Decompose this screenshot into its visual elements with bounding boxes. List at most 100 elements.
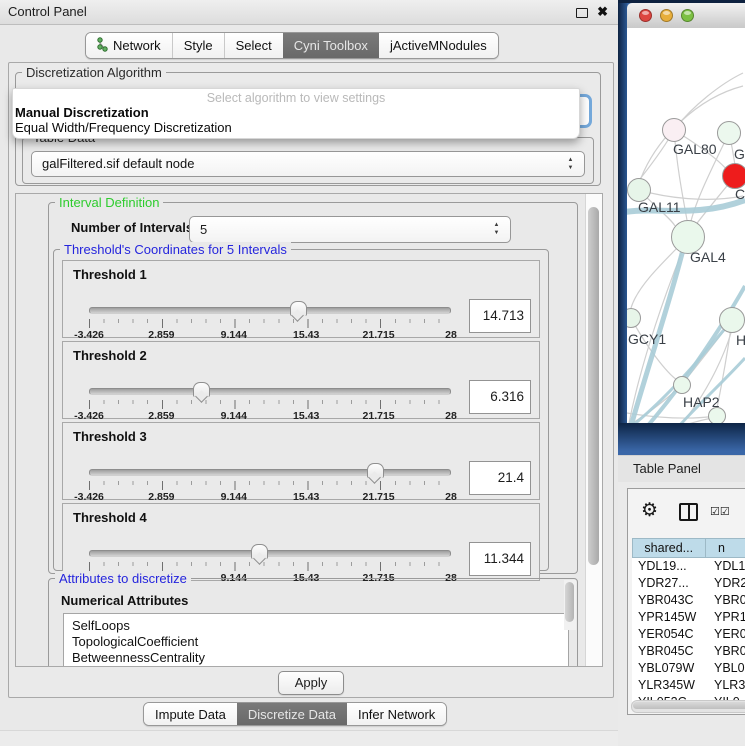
- threshold-3-slider[interactable]: -3.4262.8599.14415.4321.71528: [89, 467, 451, 499]
- tab-infer-network[interactable]: Infer Network: [347, 703, 446, 725]
- table-cell: YLR345W: [632, 677, 707, 694]
- split-panel-icon[interactable]: [679, 503, 698, 521]
- table-data-combobox[interactable]: galFiltered.sif default node ▲▼: [31, 151, 585, 177]
- network-node-label: HAP2: [683, 394, 720, 410]
- slider-tick-labels: -3.4262.8599.14415.4321.71528: [89, 329, 451, 341]
- slider-ticks: [89, 562, 453, 571]
- table-cell: YBR045C: [632, 643, 707, 660]
- tab-select[interactable]: Select: [224, 33, 283, 58]
- network-canvas[interactable]: GAL80GCGAL11GAL4GCY1HHAP2: [627, 28, 745, 423]
- column-header-name[interactable]: n: [706, 538, 745, 558]
- interval-definition-group: Interval Definition Number of Intervals …: [48, 202, 578, 574]
- attribute-list-item[interactable]: TopologicalCoefficient: [64, 634, 568, 650]
- table-row[interactable]: YBR043CYBR0: [632, 592, 745, 609]
- slider-track[interactable]: [89, 550, 451, 557]
- scrollbar-thumb[interactable]: [588, 207, 599, 565]
- table-cell: YBL079W: [632, 660, 707, 677]
- table-cell: YPR145W: [632, 609, 707, 626]
- table-panel-body: ⚙ ☑☑ shared... n YDL19...YDL1YDR27...YDR…: [618, 482, 745, 745]
- slider-track[interactable]: [89, 388, 451, 395]
- threshold-1-slider[interactable]: -3.4262.8599.14415.4321.71528: [89, 305, 451, 337]
- attribute-list-item[interactable]: SelfLoops: [64, 618, 568, 634]
- tab-cyni-toolbox[interactable]: Cyni Toolbox: [283, 33, 379, 58]
- attributes-to-discretize-group: Attributes to discretize Numerical Attri…: [48, 578, 578, 667]
- slider-thumb[interactable]: [251, 544, 268, 559]
- slider-ticks: [89, 481, 453, 490]
- table-header-row: shared... n: [632, 538, 745, 558]
- table-horizontal-scrollbar[interactable]: [631, 700, 745, 713]
- threshold-2-slider[interactable]: -3.4262.8599.14415.4321.71528: [89, 386, 451, 418]
- attribute-list-item[interactable]: BetweennessCentrality: [64, 650, 568, 666]
- table-row[interactable]: YDR27...YDR2: [632, 575, 745, 592]
- table-cell: YER054C: [632, 626, 707, 643]
- column-header-shared-name[interactable]: shared...: [632, 538, 706, 558]
- combobox-value: galFiltered.sif default node: [42, 152, 194, 176]
- float-window-icon[interactable]: [576, 8, 588, 18]
- threshold-value-input[interactable]: 14.713: [469, 299, 531, 333]
- threshold-4-panel: Threshold 4 -3.4262.8599.14415.4321.7152…: [62, 503, 540, 581]
- threshold-2-panel: Threshold 2 -3.4262.8599.14415.4321.7152…: [62, 341, 540, 419]
- tab-label: Impute Data: [155, 707, 226, 722]
- tab-jactivemnodules[interactable]: jActiveMNodules: [379, 33, 498, 58]
- network-node[interactable]: [719, 307, 745, 333]
- table-cell: YER0: [707, 626, 745, 643]
- tab-network[interactable]: Network: [86, 33, 172, 58]
- network-node-label: C: [735, 186, 745, 202]
- tab-style[interactable]: Style: [172, 33, 224, 58]
- slider-track[interactable]: [89, 307, 451, 314]
- table-row[interactable]: YBR045CYBR0: [632, 643, 745, 660]
- tab-discretize-data[interactable]: Discretize Data: [237, 703, 347, 725]
- network-node[interactable]: [717, 121, 741, 145]
- table-row[interactable]: YPR145WYPR1: [632, 609, 745, 626]
- close-traffic-light-icon[interactable]: [639, 9, 652, 22]
- slider-thumb[interactable]: [367, 463, 384, 478]
- threshold-value-input[interactable]: 6.316: [469, 380, 531, 414]
- control-panel: Control Panel ✖ Network Style Select Cyn…: [0, 0, 619, 745]
- dropdown-prompt-option[interactable]: Select algorithm to view settings: [13, 91, 579, 105]
- attributes-list-scrollbar[interactable]: [564, 580, 576, 630]
- slider-ticks: [89, 319, 453, 328]
- minimize-traffic-light-icon[interactable]: [660, 9, 673, 22]
- network-desktop: GAL80GCGAL11GAL4GCY1HHAP2: [618, 0, 745, 455]
- table-row[interactable]: YER054CYER0: [632, 626, 745, 643]
- checkboxes-icon[interactable]: ☑☑: [710, 505, 730, 518]
- dropdown-option-manual-discretization[interactable]: Manual Discretization: [15, 105, 149, 120]
- numerical-attributes-label: Numerical Attributes: [61, 593, 188, 608]
- threshold-label: Threshold 2: [73, 348, 147, 363]
- tab-label: jActiveMNodules: [390, 38, 487, 53]
- network-node-label: GAL4: [690, 249, 726, 265]
- network-view-window[interactable]: GAL80GCGAL11GAL4GCY1HHAP2: [627, 3, 745, 423]
- close-icon[interactable]: ✖: [597, 4, 608, 20]
- dropdown-option-equal-width[interactable]: Equal Width/Frequency Discretization: [15, 120, 232, 135]
- table-row[interactable]: YDL19...YDL1: [632, 558, 745, 575]
- slider-thumb[interactable]: [290, 301, 307, 316]
- zoom-traffic-light-icon[interactable]: [681, 9, 694, 22]
- slider-tick-labels: -3.4262.8599.14415.4321.71528: [89, 491, 451, 503]
- slider-thumb[interactable]: [193, 382, 210, 397]
- settings-vertical-scrollbar[interactable]: [585, 194, 602, 666]
- threshold-value-input[interactable]: 21.4: [469, 461, 531, 495]
- apply-button[interactable]: Apply: [278, 671, 344, 695]
- table-cell: YBL0: [707, 660, 745, 677]
- table-panel-rows: YDL19...YDL1YDR27...YDR2YBR043CYBR0YPR14…: [632, 558, 745, 711]
- network-node[interactable]: [662, 118, 686, 142]
- table-row[interactable]: YLR345WYLR3: [632, 677, 745, 694]
- number-of-intervals-spinner[interactable]: 5 ▲▼: [189, 216, 511, 243]
- gear-icon[interactable]: ⚙: [641, 499, 658, 522]
- status-strip: [0, 730, 618, 746]
- table-cell: YLR3: [707, 677, 745, 694]
- tab-impute-data[interactable]: Impute Data: [144, 703, 237, 725]
- spinner-value: 5: [200, 217, 207, 242]
- group-title: Interval Definition: [55, 195, 163, 210]
- slider-tick-labels: -3.4262.8599.14415.4321.71528: [89, 410, 451, 422]
- node-attribute-table: shared... n YDL19...YDL1YDR27...YDR2YBR0…: [632, 538, 745, 711]
- network-node-label: GAL80: [673, 141, 717, 157]
- table-row[interactable]: YBL079WYBL0: [632, 660, 745, 677]
- right-region: GAL80GCGAL11GAL4GCY1HHAP2 Table Panel ⚙ …: [618, 0, 745, 745]
- network-window-titlebar[interactable]: [627, 3, 745, 29]
- slider-track[interactable]: [89, 469, 451, 476]
- threshold-label: Threshold 3: [73, 429, 147, 444]
- network-node[interactable]: [673, 376, 691, 394]
- numerical-attributes-list[interactable]: SelfLoopsTopologicalCoefficientBetweenne…: [63, 613, 569, 667]
- threshold-value-input[interactable]: 11.344: [469, 542, 531, 576]
